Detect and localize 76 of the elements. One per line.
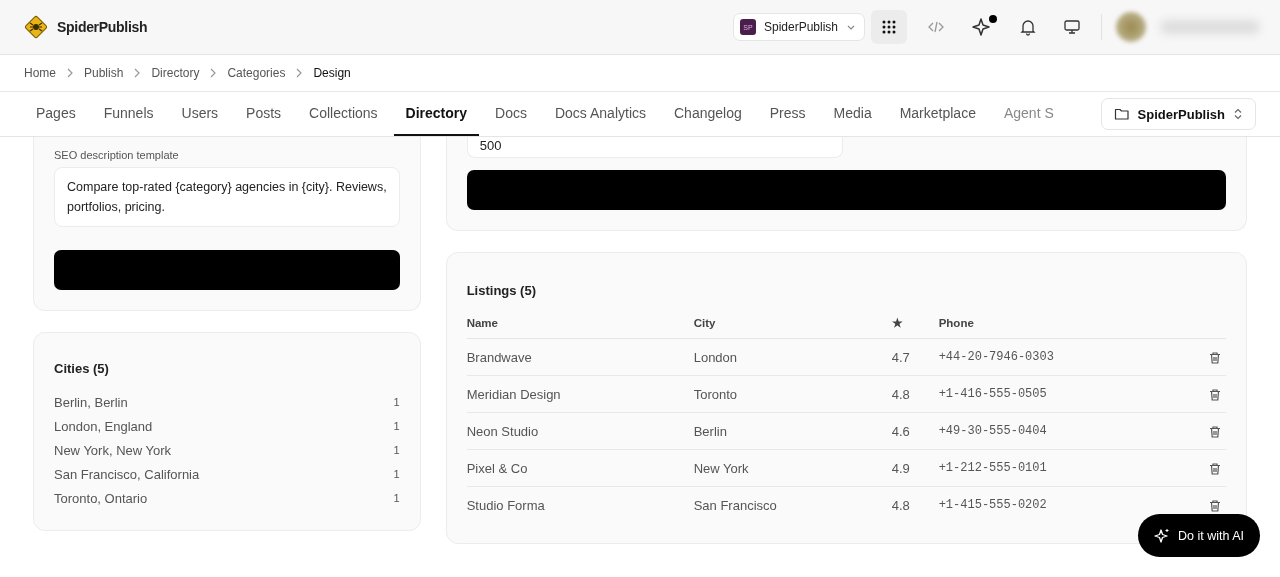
table-cell: New York [693,460,749,476]
table-cell: London [693,349,738,365]
grid-icon [881,19,897,35]
tab[interactable]: Docs [483,92,539,136]
up-down-chevron-icon [1233,108,1243,120]
table-cell: Studio Forma [466,497,545,513]
trash-icon[interactable] [1208,387,1222,402]
city-count: 1 [393,492,400,504]
tab[interactable]: Users [169,92,231,136]
field-label: SEO description template [54,149,180,161]
ai-button[interactable]: Do it with AI [1138,514,1260,557]
column-header: ★ [891,317,903,329]
trash-icon[interactable] [1208,461,1222,476]
card-title: Listings (5) [466,283,537,298]
tab[interactable]: Marketplace [887,92,988,136]
trash-icon[interactable] [1208,498,1222,513]
breadcrumb-link[interactable]: Categories [227,66,286,80]
chevron-icon [295,68,304,78]
column-header: Name [466,317,498,329]
table-cell: 4.8 [891,497,910,513]
trash-icon[interactable] [1208,350,1222,365]
table-cell: +49-30-555-0404 [938,424,1047,438]
tab[interactable]: Media [821,92,884,136]
city-count: 1 [393,444,400,456]
tab[interactable]: Posts [234,92,294,136]
table-cell: San Francisco [693,497,777,513]
tab[interactable]: Pages [24,92,88,136]
avatar[interactable] [1116,12,1146,42]
table-cell: 4.6 [891,423,910,439]
city-name: San Francisco, California [54,466,200,482]
table-cell: +1-416-555-0505 [938,387,1047,401]
table-cell: +1-415-555-0202 [938,498,1047,512]
city-count: 1 [393,420,400,432]
column-header: City [693,317,716,329]
tab[interactable]: Press [757,92,818,136]
city-count: 1 [393,468,400,480]
column-header: Phone [938,317,974,329]
chevron-icon [209,68,218,78]
table-cell: +44-20-7946-0303 [938,350,1054,364]
tab[interactable]: Collections [297,92,390,136]
card-title: Cities (5) [54,361,110,376]
table-cell: Berlin [693,423,727,439]
monitor-icon[interactable] [1063,18,1081,36]
city-count: 1 [393,396,400,408]
text-area[interactable]: Compare top-rated {category} agencies in {city}. Reviews, portfolios, pricing. [54,167,400,227]
table-cell: 4.8 [891,386,910,402]
city-name: New York, New York [54,442,172,458]
trash-icon[interactable] [1208,424,1222,439]
input-field[interactable]: 500 [466,137,843,158]
tab[interactable]: Agent S [991,92,1066,136]
bell-icon[interactable] [1019,18,1037,36]
chevron-icon [66,68,74,78]
apps-grid-button[interactable] [871,10,907,44]
table-cell: +1-212-555-0101 [938,461,1047,475]
city-name: London, England [54,418,153,434]
table-cell: Neon Studio [466,423,539,439]
chevron-icon [133,68,142,78]
app-name: SpiderPublish [57,19,148,35]
table-cell: 4.7 [891,349,910,365]
sparkle-icon [1154,527,1170,544]
tab[interactable]: Changelog [662,92,754,136]
breadcrumb-link[interactable]: Home [24,66,56,80]
city-name: Berlin, Berlin [54,394,128,410]
tab[interactable]: Funnels [91,92,166,136]
folder-icon [1113,107,1130,121]
table-cell: Meridian Design [466,386,561,402]
sparkle-icon[interactable] [971,16,993,38]
breadcrumb-link[interactable]: Publish [84,66,124,80]
project-selector[interactable]: SpiderPublish [1100,98,1256,130]
breadcrumb-link[interactable]: Directory [151,66,200,80]
table-cell: Brandwave [466,349,532,365]
city-name: Toronto, Ontario [54,490,148,506]
table-cell: Pixel & Co [466,460,528,476]
table-cell: 4.9 [891,460,910,476]
table-cell: Toronto [693,386,738,402]
tab[interactable]: Docs Analytics [542,92,658,136]
